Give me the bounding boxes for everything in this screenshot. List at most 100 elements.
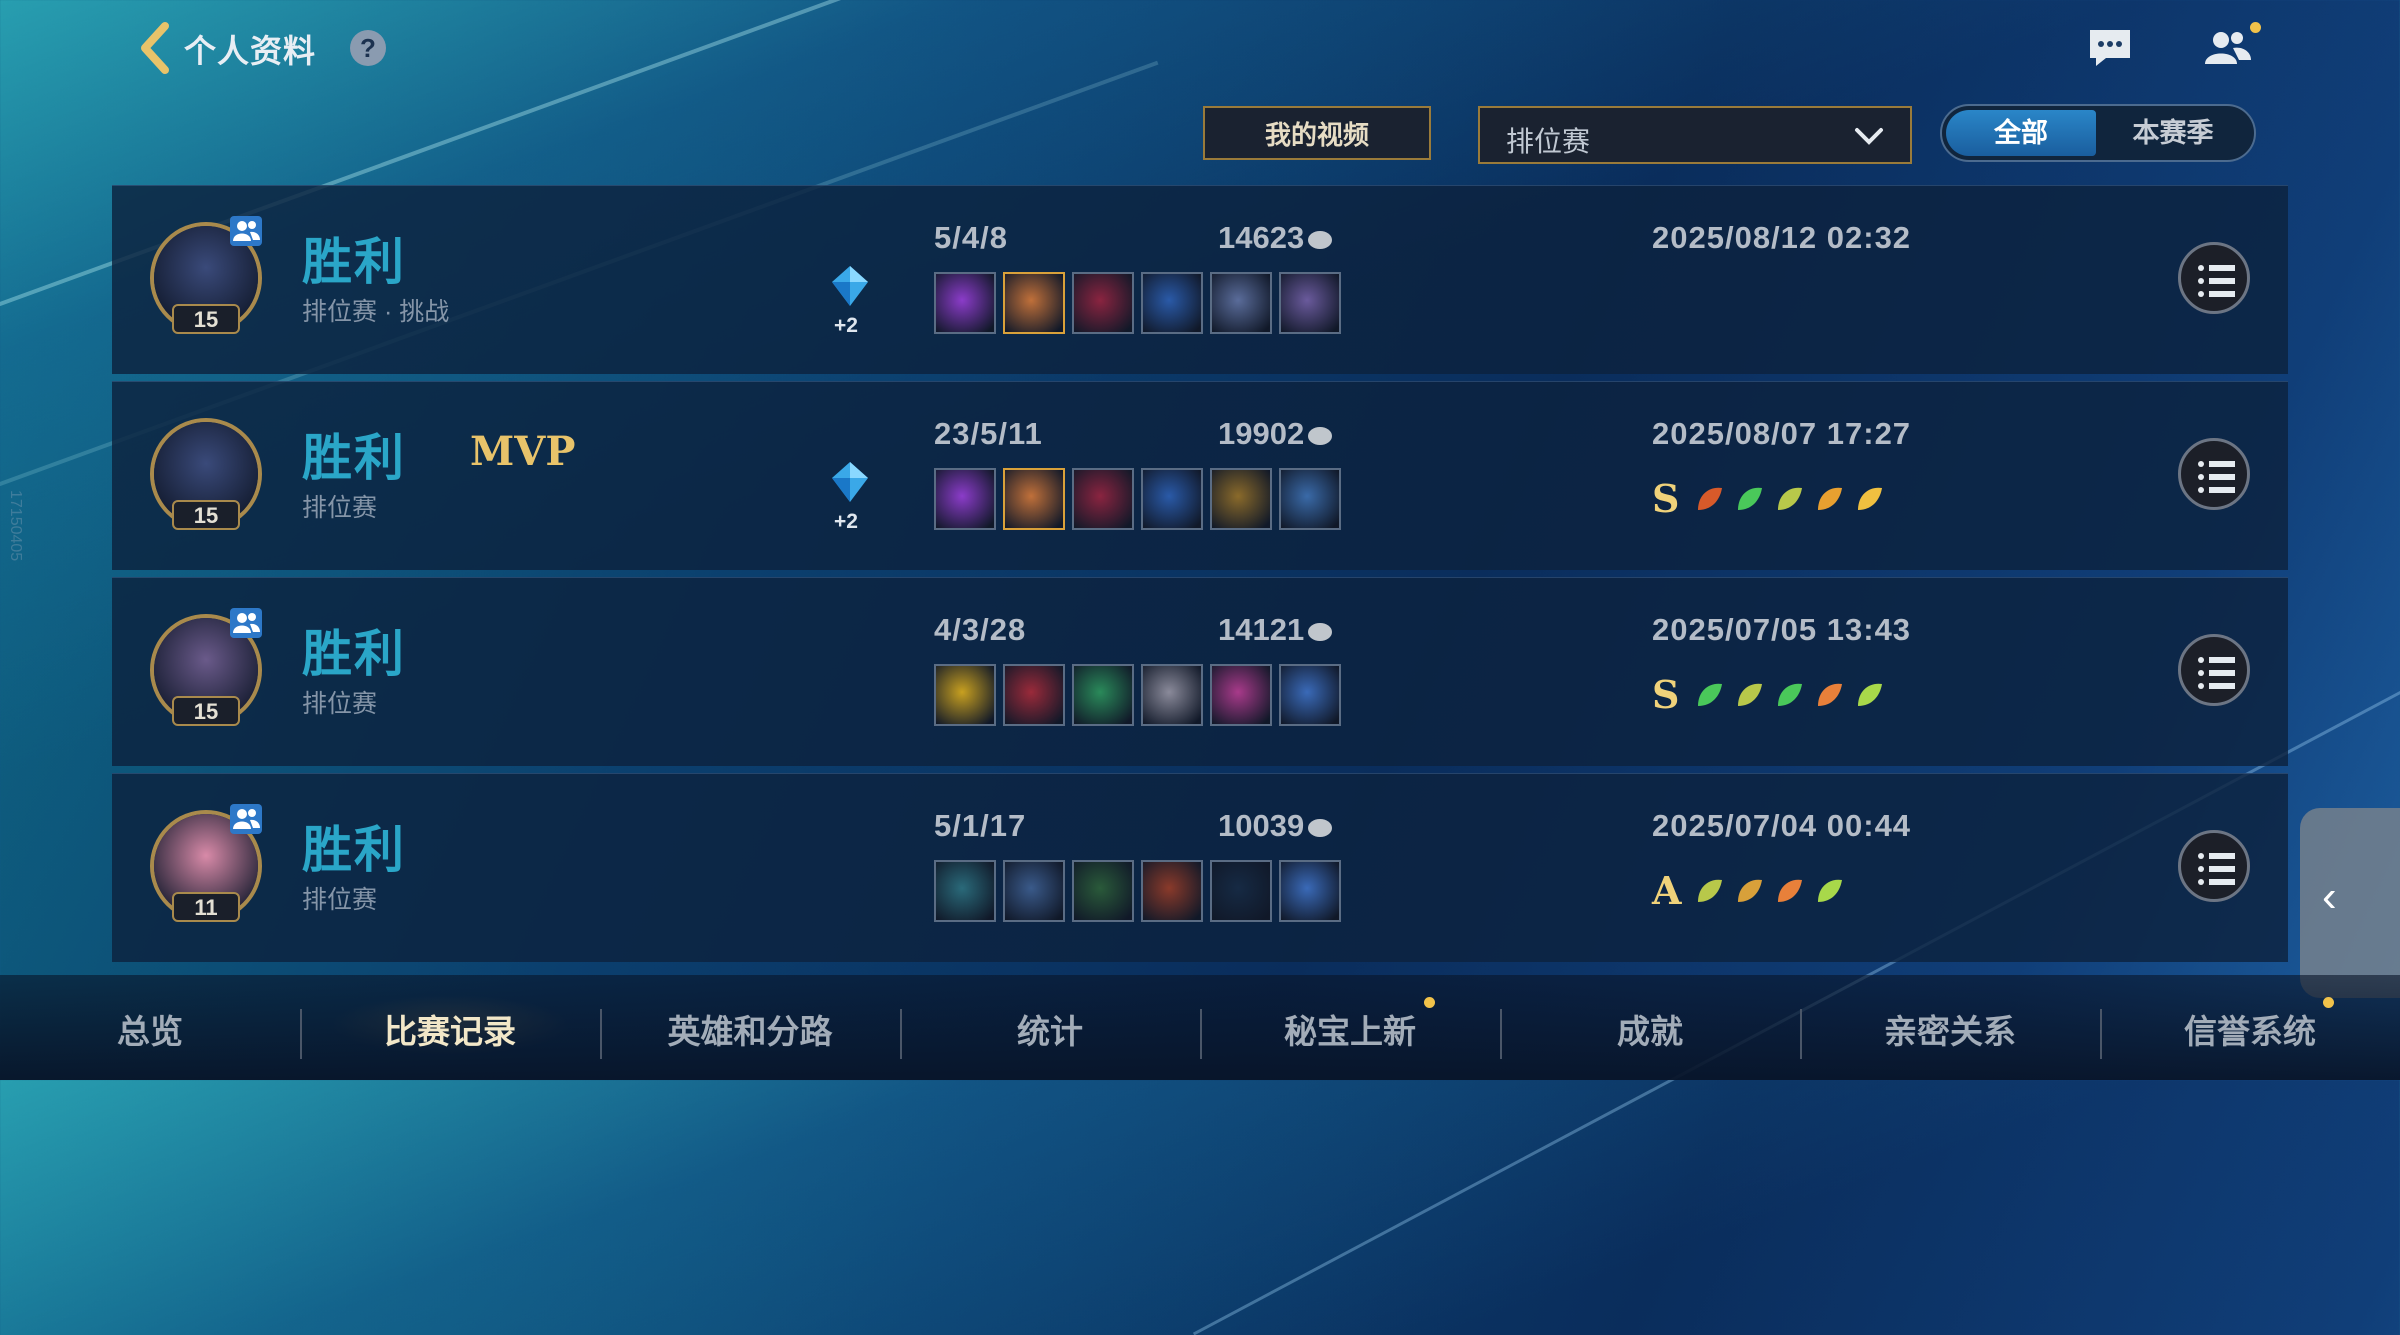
tab-item[interactable]: 成就 — [1500, 1005, 1800, 1053]
gold-icon — [1308, 426, 1333, 445]
match-date: 2025/08/12 02:32 — [1652, 220, 1912, 255]
mode-select[interactable]: 排位赛 — [1478, 106, 1912, 164]
gold-earned: 10039 — [1218, 808, 1333, 844]
list-icon — [2198, 657, 2235, 689]
tab-item[interactable]: 信誉系统 — [2100, 1005, 2400, 1053]
party-icon — [230, 608, 262, 638]
friends-icon[interactable] — [2203, 28, 2253, 68]
achievement-icon — [1732, 872, 1768, 908]
item-icon[interactable] — [1279, 468, 1341, 530]
item-icon[interactable] — [934, 272, 996, 334]
item-icon[interactable] — [1072, 664, 1134, 726]
match-row[interactable]: 11 胜利 排位赛 5/1/17 10039 2025/07/04 00:44 A — [112, 773, 2288, 962]
match-result: 胜利 — [302, 234, 406, 290]
match-date: 2025/07/05 13:43 — [1652, 612, 1912, 647]
item-icon[interactable] — [1003, 860, 1065, 922]
friends-notification-dot — [2250, 22, 2261, 33]
tab-item[interactable]: 统计 — [900, 1005, 1200, 1053]
tab-notification-dot — [1424, 997, 1435, 1008]
segment-all[interactable]: 全部 — [1946, 110, 2096, 156]
tab-divider — [900, 1009, 902, 1059]
match-details-button[interactable] — [2178, 242, 2250, 314]
match-mode: 排位赛 — [302, 690, 378, 718]
achievement-icon — [1812, 872, 1848, 908]
item-icon[interactable] — [1141, 860, 1203, 922]
gem-icon — [832, 462, 868, 502]
achievement-icon — [1732, 480, 1768, 516]
achievement-icon — [1732, 676, 1768, 712]
item-icon[interactable] — [1141, 272, 1203, 334]
achievement-icon — [1692, 676, 1728, 712]
item-icon[interactable] — [1072, 468, 1134, 530]
gold-icon — [1308, 818, 1333, 837]
champion-level: 11 — [172, 892, 240, 922]
tab-item[interactable]: 总览 — [0, 1005, 300, 1053]
tab-item[interactable]: 比赛记录 — [300, 995, 600, 1055]
gold-value: 19902 — [1218, 416, 1305, 451]
item-icon[interactable] — [1072, 860, 1134, 922]
match-details-button[interactable] — [2178, 438, 2250, 510]
tab-item[interactable]: 亲密关系 — [1800, 1005, 2100, 1053]
item-icon[interactable] — [1003, 664, 1065, 726]
match-details-button[interactable] — [2178, 830, 2250, 902]
segment-season[interactable]: 本赛季 — [2098, 110, 2248, 156]
item-icon[interactable] — [1003, 468, 1065, 530]
gold-earned: 14121 — [1218, 612, 1333, 648]
back-button[interactable] — [135, 22, 175, 74]
item-icon[interactable] — [934, 468, 996, 530]
item-icon[interactable] — [1003, 272, 1065, 334]
item-icon[interactable] — [1072, 272, 1134, 334]
champion-level: 15 — [172, 304, 240, 334]
gem-icon — [832, 266, 868, 306]
tab-notification-dot — [2323, 997, 2334, 1008]
tab-divider — [2100, 1009, 2102, 1059]
item-icon[interactable] — [1279, 860, 1341, 922]
item-icon[interactable] — [934, 860, 996, 922]
match-details-button[interactable] — [2178, 634, 2250, 706]
item-icon[interactable] — [934, 664, 996, 726]
tab-item[interactable]: 英雄和分路 — [600, 1005, 900, 1053]
kda: 5/1/17 — [934, 808, 1027, 843]
my-videos-button[interactable]: 我的视频 — [1203, 106, 1431, 160]
item-icon[interactable] — [1279, 272, 1341, 334]
gold-earned: 14623 — [1218, 220, 1333, 256]
item-icon[interactable] — [1210, 272, 1272, 334]
match-result: 胜利 — [302, 430, 406, 486]
achievement-icon — [1812, 480, 1848, 516]
match-mode: 排位赛 — [302, 494, 378, 522]
kda: 4/3/28 — [934, 612, 1027, 647]
gold-icon — [1308, 622, 1333, 641]
item-icon[interactable] — [1210, 468, 1272, 530]
match-row[interactable]: 15 胜利 排位赛 MVP +2 23/5/11 19902 2025/08/07 17:27… — [112, 381, 2288, 570]
match-result: 胜利 — [302, 822, 406, 878]
item-icon[interactable] — [1210, 664, 1272, 726]
chevron-down-icon — [1855, 128, 1883, 145]
achievement-icon — [1772, 676, 1808, 712]
tab-item[interactable]: 秘宝上新 — [1200, 1005, 1500, 1053]
gold-value: 14121 — [1218, 612, 1305, 647]
champion-level: 15 — [172, 696, 240, 726]
kda: 5/4/8 — [934, 220, 1008, 255]
tab-divider — [1200, 1009, 1202, 1059]
help-icon[interactable]: ? — [350, 30, 386, 66]
side-panel-handle[interactable]: ‹ — [2300, 808, 2400, 998]
gold-value: 14623 — [1218, 220, 1305, 255]
tab-divider — [1800, 1009, 1802, 1059]
match-row[interactable]: 15 胜利 排位赛 · 挑战 +2 5/4/8 14623 2025/08/12 02:32 — [112, 185, 2288, 374]
tab-divider — [300, 1009, 302, 1059]
mode-select-value: 排位赛 — [1506, 126, 1591, 157]
item-icon[interactable] — [1141, 664, 1203, 726]
list-icon — [2198, 461, 2235, 493]
gold-value: 10039 — [1218, 808, 1305, 843]
chat-icon[interactable] — [2088, 28, 2132, 68]
match-row[interactable]: 15 胜利 排位赛 4/3/28 14121 2025/07/05 13:43 S — [112, 577, 2288, 766]
performance-grade: A — [1652, 868, 1682, 913]
achievement-icon — [1772, 480, 1808, 516]
gem-reward: +2 — [834, 314, 858, 337]
item-icon[interactable] — [1279, 664, 1341, 726]
performance-grade: S — [1652, 672, 1680, 717]
bottom-tab-bar: 总览 比赛记录 英雄和分路 统计 秘宝上新 成就 亲密关系 信誉系统 — [0, 975, 2400, 1080]
performance-grade: S — [1652, 476, 1680, 521]
item-icon[interactable] — [1210, 860, 1272, 922]
item-icon[interactable] — [1141, 468, 1203, 530]
